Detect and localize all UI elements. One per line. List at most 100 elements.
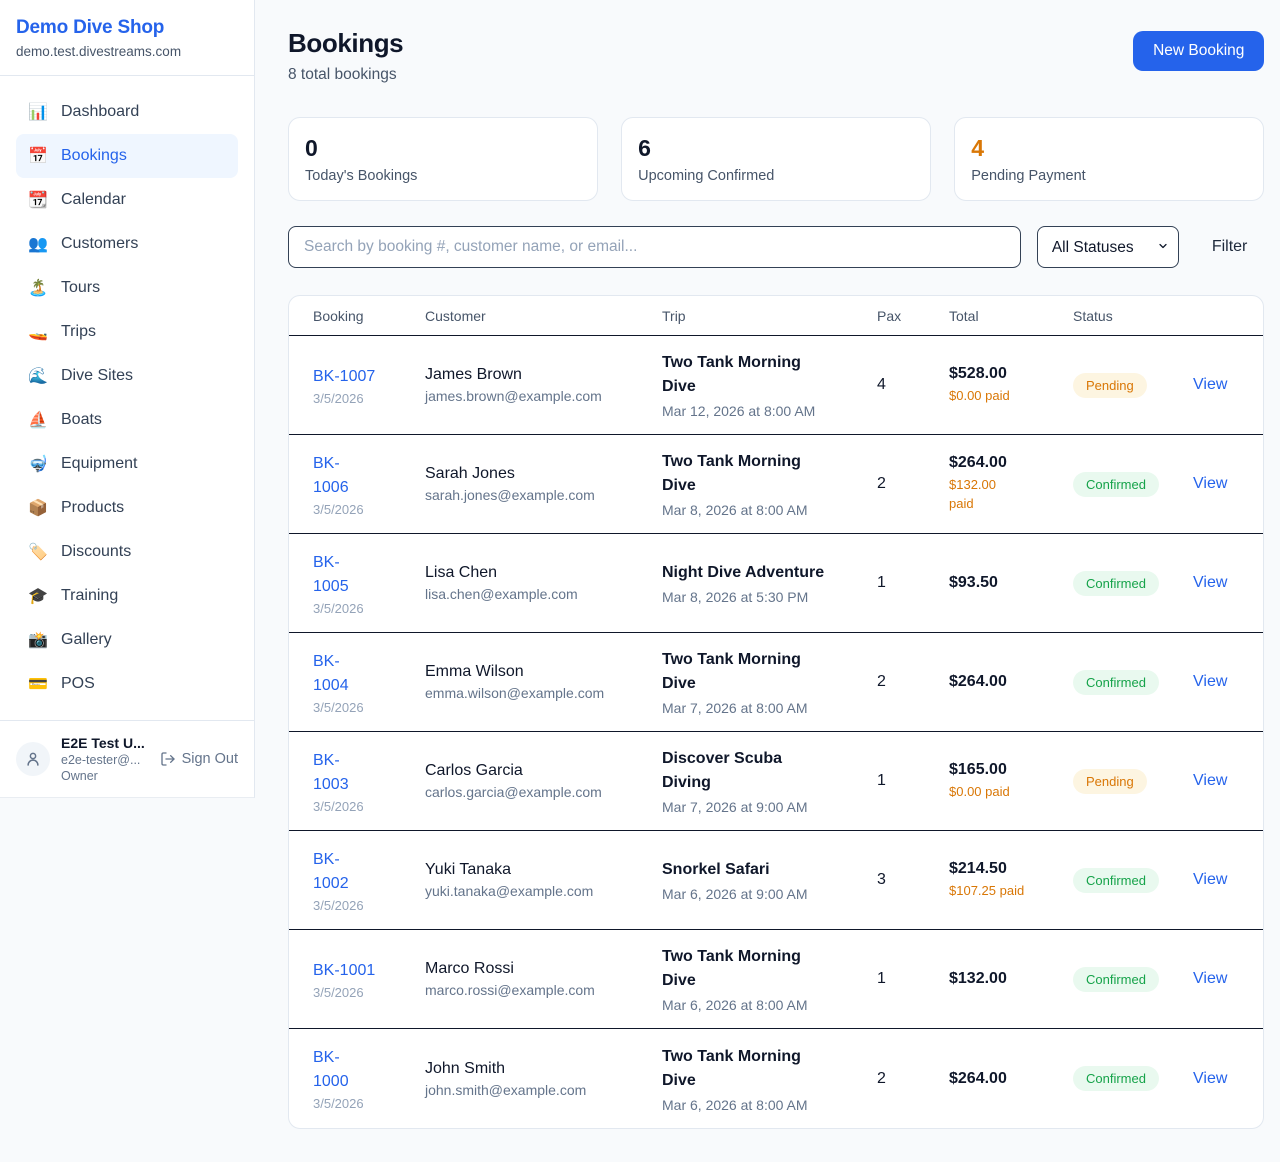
trip-name: Two Tank Morning Dive (662, 945, 865, 993)
booking-id-link[interactable]: BK- 1005 (313, 551, 413, 599)
booking-id-link[interactable]: BK- 1000 (313, 1046, 413, 1094)
pax-count: 2 (877, 475, 949, 493)
brand-name: Demo Dive Shop (16, 17, 238, 39)
view-link[interactable]: View (1193, 970, 1239, 988)
booking-id-link[interactable]: BK-1007 (313, 365, 413, 389)
total-amount: $528.00 (949, 365, 1061, 383)
sign-out-label: Sign Out (182, 751, 238, 767)
view-link[interactable]: View (1193, 871, 1239, 889)
filter-button[interactable]: Filter (1212, 238, 1248, 256)
sidebar-item-discounts[interactable]: 🏷️ Discounts (16, 530, 238, 574)
sidebar-item-label: POS (61, 675, 95, 693)
trip-name: Two Tank Morning Dive (662, 648, 865, 696)
total-amount: $264.00 (949, 1070, 1061, 1088)
status-badge: Confirmed (1073, 1066, 1159, 1091)
sign-out-button[interactable]: Sign Out (160, 751, 238, 767)
package-icon: 📦 (28, 498, 48, 518)
pax-count: 3 (877, 871, 949, 889)
sidebar-item-label: Dive Sites (61, 367, 133, 385)
filter-row: All Statuses Filter (288, 226, 1264, 268)
booking-date: 3/5/2026 (313, 1096, 413, 1111)
view-link[interactable]: View (1193, 574, 1239, 592)
sidebar-item-boats[interactable]: ⛵ Boats (16, 398, 238, 442)
bookings-calendar-icon: 📅 (28, 146, 48, 166)
trip-date: Mar 6, 2026 at 8:00 AM (662, 997, 865, 1013)
sidebar-item-dive-sites[interactable]: 🌊 Dive Sites (16, 354, 238, 398)
sidebar-item-pos[interactable]: 💳 POS (16, 662, 238, 706)
view-link[interactable]: View (1193, 673, 1239, 691)
customer-email: sarah.jones@example.com (425, 487, 650, 503)
sidebar: Demo Dive Shop demo.test.divestreams.com… (0, 0, 255, 798)
trip-name: Snorkel Safari (662, 858, 865, 882)
view-link[interactable]: View (1193, 376, 1239, 394)
search-input[interactable] (288, 226, 1021, 268)
page-title: Bookings (288, 28, 403, 59)
customer-name: James Brown (425, 366, 650, 384)
col-header-total: Total (949, 308, 1073, 324)
customer-email: yuki.tanaka@example.com (425, 883, 650, 899)
col-header-pax: Pax (877, 308, 949, 324)
pax-count: 1 (877, 970, 949, 988)
new-booking-button[interactable]: New Booking (1133, 31, 1264, 71)
stat-label: Upcoming Confirmed (638, 168, 914, 184)
status-select-wrap: All Statuses (1037, 226, 1179, 268)
col-header-booking: Booking (313, 308, 425, 324)
trip-name: Two Tank Morning Dive (662, 351, 865, 399)
user-name: E2E Test U... (61, 735, 149, 751)
table-row: BK- 10033/5/2026 Carlos Garciacarlos.gar… (289, 732, 1263, 831)
trip-name: Two Tank Morning Dive (662, 1045, 865, 1093)
sidebar-item-label: Customers (61, 235, 138, 253)
sidebar-item-label: Boats (61, 411, 102, 429)
customer-name: Lisa Chen (425, 564, 650, 582)
sidebar-item-trips[interactable]: 🚤 Trips (16, 310, 238, 354)
user-meta: E2E Test U... e2e-tester@... Owner (61, 735, 149, 783)
stat-value: 0 (305, 135, 581, 162)
stat-label: Pending Payment (971, 168, 1247, 184)
trip-name: Discover Scuba Diving (662, 747, 865, 795)
booking-id-link[interactable]: BK- 1004 (313, 650, 413, 698)
total-amount: $214.50 (949, 860, 1061, 878)
status-badge: Confirmed (1073, 868, 1159, 893)
total-amount: $264.00 (949, 673, 1061, 691)
main-content: Bookings 8 total bookings New Booking 0 … (255, 0, 1280, 1161)
col-header-status: Status (1073, 308, 1193, 324)
sidebar-item-calendar[interactable]: 📆 Calendar (16, 178, 238, 222)
view-link[interactable]: View (1193, 475, 1239, 493)
sidebar-item-label: Training (61, 587, 118, 605)
booking-id-link[interactable]: BK- 1002 (313, 848, 413, 896)
trip-date: Mar 7, 2026 at 9:00 AM (662, 799, 865, 815)
sidebar-item-equipment[interactable]: 🤿 Equipment (16, 442, 238, 486)
sidebar-item-bookings[interactable]: 📅 Bookings (16, 134, 238, 178)
credit-card-icon: 💳 (28, 674, 48, 694)
booking-id-link[interactable]: BK- 1006 (313, 452, 413, 500)
sidebar-item-training[interactable]: 🎓 Training (16, 574, 238, 618)
sidebar-item-products[interactable]: 📦 Products (16, 486, 238, 530)
sidebar-item-gallery[interactable]: 📸 Gallery (16, 618, 238, 662)
customer-name: Yuki Tanaka (425, 861, 650, 879)
sidebar-item-label: Dashboard (61, 103, 139, 121)
sidebar-item-customers[interactable]: 👥 Customers (16, 222, 238, 266)
paid-amount: $132.00 paid (949, 476, 1061, 514)
customer-email: marco.rossi@example.com (425, 982, 650, 998)
booking-id-link[interactable]: BK-1001 (313, 959, 413, 983)
trip-date: Mar 8, 2026 at 5:30 PM (662, 589, 865, 605)
calendar-icon: 📆 (28, 190, 48, 210)
booking-date: 3/5/2026 (313, 898, 413, 913)
status-badge: Pending (1073, 373, 1147, 398)
sidebar-item-tours[interactable]: 🏝️ Tours (16, 266, 238, 310)
view-link[interactable]: View (1193, 772, 1239, 790)
table-row: BK- 1002 3/5/2026 Yuki Tanaka yuki.tanaka@… (289, 831, 1263, 930)
trip-date: Mar 6, 2026 at 8:00 AM (662, 1097, 865, 1113)
booking-id-link[interactable]: BK- 1003 (313, 749, 413, 797)
view-link[interactable]: View (1193, 1070, 1239, 1088)
sidebar-item-label: Bookings (61, 147, 127, 165)
customer-name: Carlos Garcia (425, 762, 650, 780)
wave-icon: 🌊 (28, 366, 48, 386)
booking-date: 3/5/2026 (313, 799, 413, 814)
sidebar-item-dashboard[interactable]: 📊 Dashboard (16, 90, 238, 134)
pax-count: 1 (877, 574, 949, 592)
status-select[interactable]: All Statuses (1037, 226, 1179, 268)
table-row: BK- 10053/5/2026 Lisa Chenlisa.chen@exam… (289, 534, 1263, 633)
sidebar-item-label: Equipment (61, 455, 138, 473)
customer-email: lisa.chen@example.com (425, 586, 650, 602)
